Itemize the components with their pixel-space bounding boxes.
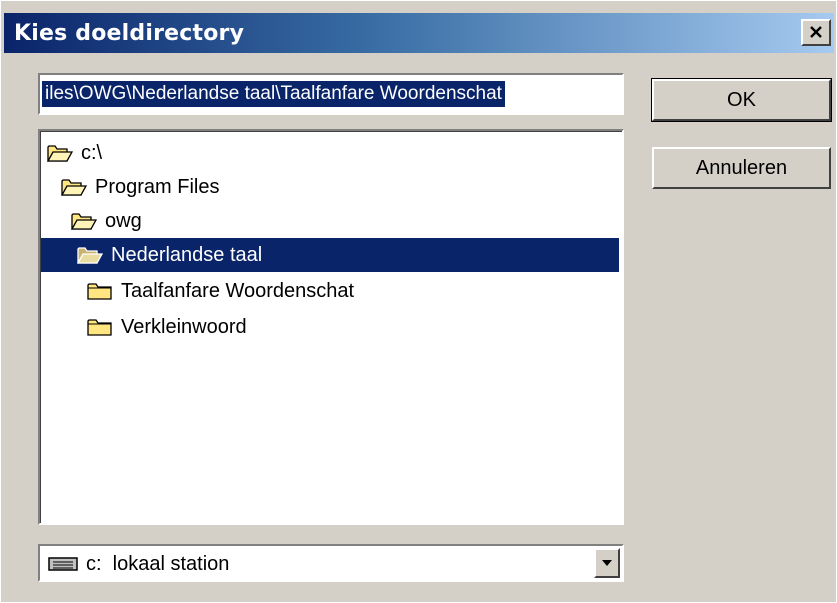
tree-item-label: owg (105, 209, 142, 232)
directory-path-input[interactable]: iles\OWG\Nederlandse taal\Taalfanfare Wo… (38, 73, 624, 115)
folder-open-icon (77, 247, 103, 264)
ok-button[interactable]: OK (651, 78, 832, 122)
cancel-button[interactable]: Annuleren (652, 147, 831, 189)
drive-select-value: c: lokaal station (48, 550, 229, 578)
chevron-down-icon (602, 560, 612, 566)
dropdown-button[interactable] (594, 548, 620, 578)
folder-icon (87, 319, 112, 336)
directory-tree[interactable]: c:\ Program Files owg Nederlandse taal T… (38, 129, 624, 525)
tree-item-nederlandse-taal[interactable]: Nederlandse taal (41, 238, 619, 272)
drive-label-text: c: lokaal station (86, 552, 230, 575)
drive-icon (48, 557, 78, 571)
choose-directory-dialog: Kies doeldirectory iles\OWG\Nederlandse … (0, 0, 837, 603)
directory-tree-area: c:\ Program Files owg Nederlandse taal T… (40, 131, 622, 523)
tree-item-label: Nederlandse taal (111, 243, 263, 266)
folder-open-icon (61, 179, 87, 196)
tree-item-label: c:\ (81, 141, 103, 164)
folder-icon (87, 283, 112, 300)
tree-item-program-files[interactable]: Program Files (61, 170, 223, 204)
title-bar[interactable]: Kies doeldirectory (4, 13, 834, 53)
tree-item-label: Taalfanfare Woordenschat (121, 279, 355, 302)
tree-item-verkleinwoord[interactable]: Verkleinwoord (87, 310, 251, 344)
tree-item-owg[interactable]: owg (71, 204, 146, 238)
close-button[interactable] (801, 19, 831, 46)
tree-item-taalfanfare-woordenschat[interactable]: Taalfanfare Woordenschat (87, 274, 358, 308)
window-title: Kies doeldirectory (14, 21, 245, 46)
folder-open-icon (71, 213, 97, 230)
tree-item-c-drive[interactable]: c:\ (47, 136, 106, 170)
tree-item-label: Program Files (95, 175, 220, 198)
tree-item-label: Verkleinwoord (121, 315, 247, 338)
directory-path-value: iles\OWG\Nederlandse taal\Taalfanfare Wo… (42, 81, 505, 107)
drive-select[interactable]: c: lokaal station (38, 544, 624, 582)
folder-open-icon (47, 145, 73, 162)
close-icon (810, 26, 822, 38)
